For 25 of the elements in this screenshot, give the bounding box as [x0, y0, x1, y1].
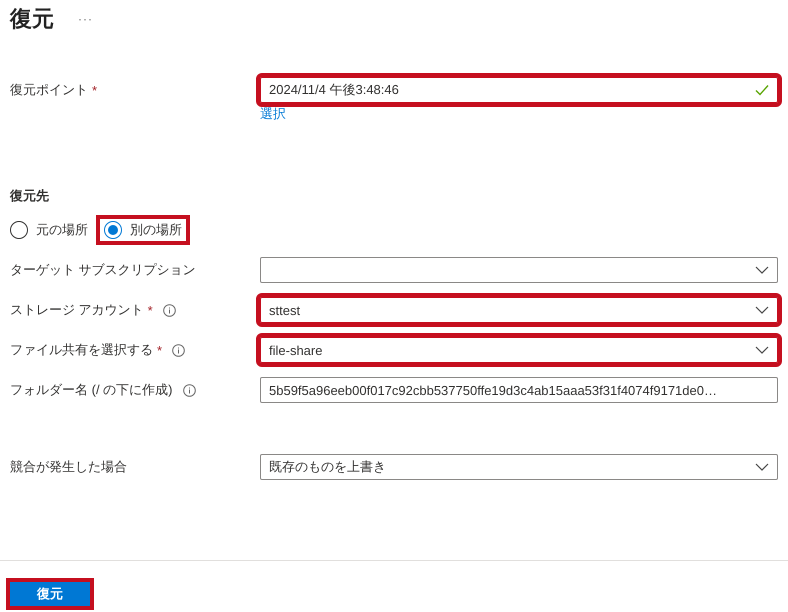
- dropdown[interactable]: 既存のものを上書き: [260, 454, 778, 480]
- required-mark: *: [148, 302, 153, 318]
- dropdown[interactable]: [260, 257, 778, 283]
- chevron-down-icon: [755, 306, 769, 314]
- radio-option[interactable]: 元の場所: [10, 219, 92, 241]
- field-label: ファイル共有を選択する: [10, 341, 153, 359]
- chevron-down-icon: [755, 346, 769, 354]
- page-title: 復元: [10, 5, 54, 33]
- field-label: 復元ポイント: [10, 81, 88, 99]
- field-label: ターゲット サブスクリプション: [10, 261, 196, 279]
- info-icon[interactable]: [162, 304, 176, 316]
- chevron-down-icon: [755, 463, 769, 471]
- chevron-down-icon: [755, 266, 769, 274]
- field-label: フォルダー名 (/ の下に作成): [10, 381, 172, 399]
- required-mark: *: [157, 342, 162, 358]
- restore-button[interactable]: 復元: [10, 582, 90, 606]
- info-icon[interactable]: [172, 344, 186, 356]
- select-link[interactable]: 選択: [260, 105, 286, 123]
- info-icon[interactable]: [182, 384, 196, 396]
- required-mark: *: [92, 82, 98, 98]
- field-label: 競合が発生した場合: [10, 458, 127, 476]
- more-button[interactable]: ···: [78, 12, 93, 26]
- field-label: ストレージ アカウント: [10, 301, 144, 319]
- section-heading: 復元先: [10, 187, 50, 205]
- text-field[interactable]: 5b59f5a96eeb00f017c92cbb537750ffe19d3c4ab15aaa53f31f4074f9171de0…: [260, 377, 778, 403]
